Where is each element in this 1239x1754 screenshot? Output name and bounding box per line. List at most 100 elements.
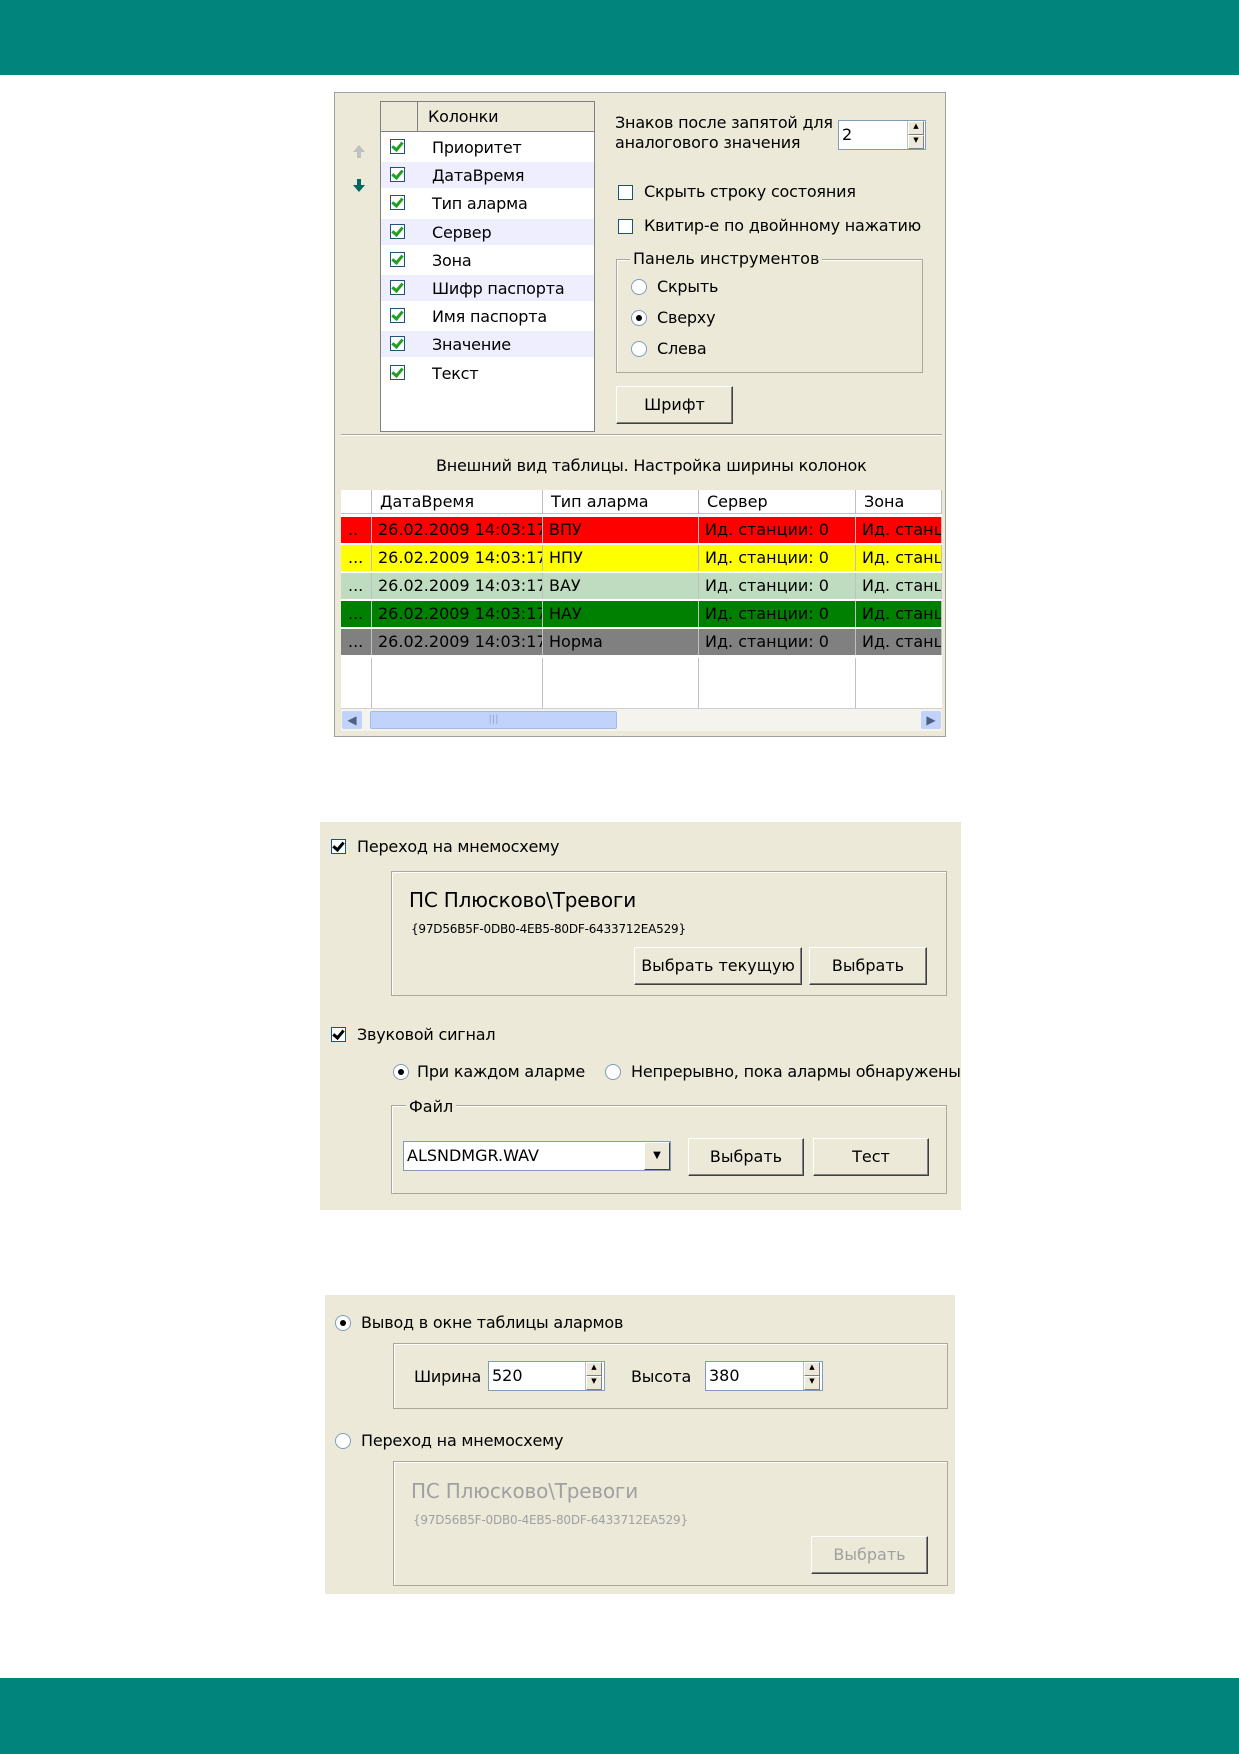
file-select-button[interactable]: Выбрать <box>688 1138 804 1176</box>
table-cell: Ид. станц <box>856 573 942 599</box>
hide-status-checkbox[interactable] <box>618 185 633 200</box>
continuous-radio[interactable] <box>605 1064 621 1080</box>
select-scheme-button-disabled[interactable]: Выбрать <box>811 1536 928 1574</box>
column-item[interactable]: Шифр паспорта <box>381 275 594 301</box>
table-header-cell[interactable]: ДатаВремя <box>372 490 543 514</box>
column-item[interactable]: ДатаВремя <box>381 162 594 189</box>
column-checkbox[interactable] <box>390 308 405 324</box>
dblclick-ack-checkbox[interactable] <box>618 219 633 234</box>
toolbar-radio[interactable] <box>631 310 647 326</box>
table-cell: Ид. станц <box>856 629 942 655</box>
table-cell: ВАУ <box>543 573 699 599</box>
table-row[interactable]: ... 26.02.2009 14:03:17 НАУ Ид. станции: 0И… <box>341 601 942 627</box>
column-checkbox[interactable] <box>390 280 405 295</box>
table-row[interactable]: ... 26.02.2009 14:03:17 НПУ Ид. станции: 0И… <box>341 545 942 571</box>
column-item[interactable]: Тип аларма <box>381 190 594 217</box>
continuous-label: Непрерывно, пока алармы обнаружены <box>631 1062 961 1081</box>
toolbar-radio-label: Скрыть <box>657 277 719 296</box>
column-label: Текст <box>432 363 479 383</box>
scheme-guid-disabled: {97D56B5F-0DB0-4EB5-80DF-6433712EA529} <box>413 1513 688 1527</box>
width-label: Ширина <box>414 1367 482 1386</box>
table-header-cell[interactable] <box>341 490 372 514</box>
column-checkbox[interactable] <box>390 223 405 239</box>
table-row[interactable]: ... 26.02.2009 14:03:17 ВАУ Ид. станции: 0И… <box>341 573 942 599</box>
decimals-label: Знаков после запятой для <box>615 113 833 132</box>
move-up-icon[interactable] <box>351 143 367 159</box>
column-checkbox[interactable] <box>390 336 405 352</box>
table-cell: ... <box>341 573 372 599</box>
sound-label: Звуковой сигнал <box>357 1025 496 1044</box>
font-button[interactable]: Шрифт <box>616 386 733 424</box>
table-cell: ... <box>341 629 372 655</box>
table-cell: ... <box>341 545 372 571</box>
column-label: Сервер <box>432 222 492 242</box>
table-header-cell[interactable]: Тип аларма <box>543 490 699 514</box>
file-dropdown-icon[interactable]: ▼ <box>644 1142 670 1170</box>
goto-scheme-label: Переход на мнемосхему <box>357 837 560 856</box>
column-checkbox[interactable] <box>390 139 405 154</box>
table-cell: Ид. станции: 0 <box>699 545 856 571</box>
table-cell: Ид. станции: 0 <box>699 629 856 655</box>
goto-scheme-label-2: Переход на мнемосхему <box>361 1431 564 1450</box>
sound-checkbox[interactable] <box>331 1027 346 1042</box>
horizontal-scrollbar[interactable]: ◀ ||| ▶ <box>341 708 942 731</box>
column-item[interactable]: Значение <box>381 331 594 358</box>
table-cell: Ид. станц <box>856 517 942 543</box>
column-checkbox[interactable] <box>390 167 405 183</box>
column-item[interactable]: Имя паспорта <box>381 303 594 330</box>
column-label: ДатаВремя <box>432 166 525 186</box>
test-button[interactable]: Тест <box>813 1138 929 1176</box>
scheme-guid: {97D56B5F-0DB0-4EB5-80DF-6433712EA529} <box>411 922 686 936</box>
table-window-radio[interactable] <box>335 1315 351 1331</box>
table-row[interactable]: ... 26.02.2009 14:03:17 Норма Ид. станции: … <box>341 629 942 655</box>
table-caption: Внешний вид таблицы. Настройка ширины ко… <box>436 456 867 475</box>
file-combobox[interactable]: ALSNDMGR.WAV <box>403 1141 671 1171</box>
column-label: Приоритет <box>432 138 522 157</box>
column-checkbox[interactable] <box>390 251 405 267</box>
table-empty-area <box>341 658 942 708</box>
table-cell: ВПУ <box>543 517 699 543</box>
column-item[interactable]: Текст <box>381 359 594 386</box>
columns-list-header: Колонки <box>381 102 594 132</box>
move-down-icon[interactable] <box>351 177 367 193</box>
top-brand-bar <box>0 0 1239 75</box>
table-cell: 26.02.2009 14:03:17 <box>372 629 543 655</box>
toolbar-radio-label: Слева <box>657 339 707 358</box>
table-cell: Ид. станции: 0 <box>699 573 856 599</box>
select-current-button[interactable]: Выбрать текущую <box>634 947 802 985</box>
scroll-right-icon[interactable]: ▶ <box>921 711 941 729</box>
table-cell: 26.02.2009 14:03:17 <box>372 517 543 543</box>
width-spin-buttons[interactable]: ▲ ▼ <box>585 1362 602 1390</box>
table-header-row: ДатаВремя Тип аларма Сервер Зона <box>341 490 942 514</box>
toolbar-radio[interactable] <box>631 279 647 295</box>
scheme-name: ПС Плюсково\Тревоги <box>409 888 637 912</box>
goto-scheme-radio[interactable] <box>335 1433 351 1449</box>
table-header-cell[interactable]: Зона <box>856 490 942 514</box>
bottom-brand-bar <box>0 1678 1239 1754</box>
each-alarm-radio[interactable] <box>393 1064 409 1080</box>
table-window-label: Вывод в окне таблицы алармов <box>361 1313 624 1332</box>
table-cell: Ид. станции: 0 <box>699 517 856 543</box>
table-row[interactable]: .. 26.02.2009 14:03:17 ВПУ Ид. станции: 0 Ид… <box>341 517 942 543</box>
column-item[interactable]: Сервер <box>381 218 594 245</box>
column-checkbox[interactable] <box>390 364 405 380</box>
separator <box>341 434 942 436</box>
column-checkbox[interactable] <box>390 195 405 211</box>
each-alarm-label: При каждом аларме <box>417 1062 586 1081</box>
goto-scheme-checkbox[interactable] <box>331 839 346 854</box>
table-cell: .. <box>341 517 372 543</box>
decimals-spin-buttons[interactable]: ▲ ▼ <box>907 121 924 149</box>
scheme-name-disabled: ПС Плюсково\Тревоги <box>411 1479 639 1503</box>
table-cell: Ид. станц <box>856 545 942 571</box>
select-scheme-button[interactable]: Выбрать <box>809 947 927 985</box>
column-item[interactable]: Зона <box>381 246 594 273</box>
column-label: Значение <box>432 335 511 355</box>
table-header-cell[interactable]: Сервер <box>699 490 856 514</box>
toolbar-radio[interactable] <box>631 341 647 357</box>
scroll-thumb[interactable]: ||| <box>370 711 617 729</box>
hide-status-label: Скрыть строку состояния <box>644 182 856 201</box>
decimals-label-2: аналогового значения <box>615 133 801 152</box>
column-item[interactable]: Приоритет <box>381 134 594 160</box>
scroll-left-icon[interactable]: ◀ <box>342 711 362 729</box>
height-spin-buttons[interactable]: ▲ ▼ <box>803 1362 820 1390</box>
